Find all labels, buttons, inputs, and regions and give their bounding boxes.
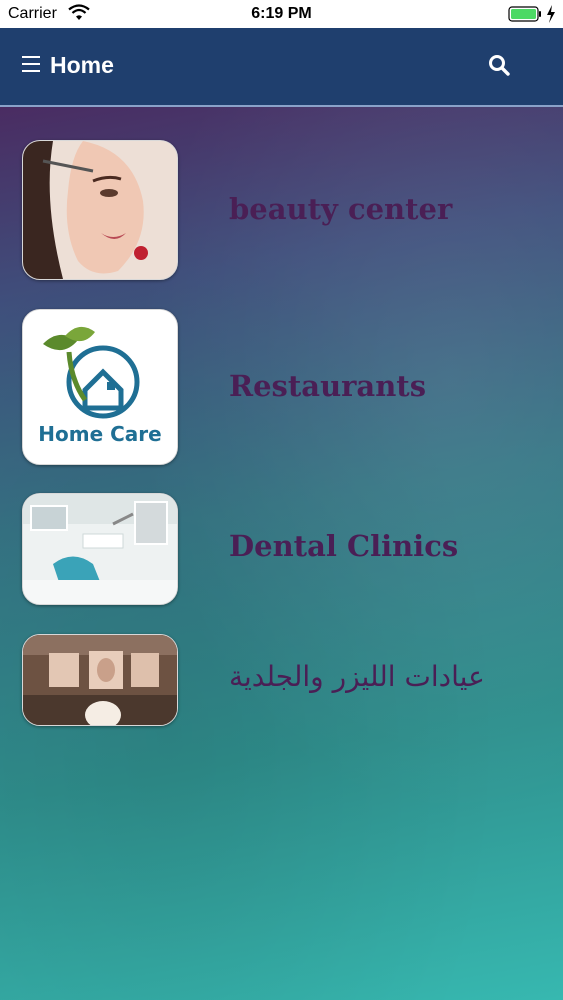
status-bar: Carrier 6:19 PM [0,0,563,28]
laser-clinic-image [22,634,178,726]
category-item-restaurants[interactable]: Home Care Restaurants [0,309,563,465]
home-care-logo-text: Home Care [38,422,162,446]
navigation-bar: Home [0,28,563,107]
category-list: beauty center Home Care Restaurants Dent… [0,107,563,1000]
page-title: Home [50,52,114,78]
category-item-beauty-center[interactable]: beauty center [0,140,563,280]
category-label: عيادات الليزر والجلدية [229,660,485,693]
category-label: Dental Clinics [229,529,459,563]
charging-bolt-icon [547,5,555,23]
battery-icon [508,6,541,22]
category-label: beauty center [229,192,453,226]
category-item-laser-dermatology[interactable]: عيادات الليزر والجلدية [0,634,563,726]
home-care-logo: Home Care [22,309,178,465]
dental-clinic-image [22,493,178,605]
clock: 6:19 PM [251,5,312,22]
beauty-face-image [22,140,178,280]
category-item-dental-clinics[interactable]: Dental Clinics [0,493,563,605]
hamburger-menu-icon[interactable] [22,56,40,76]
search-icon[interactable] [488,54,510,76]
category-label: Restaurants [229,369,427,403]
